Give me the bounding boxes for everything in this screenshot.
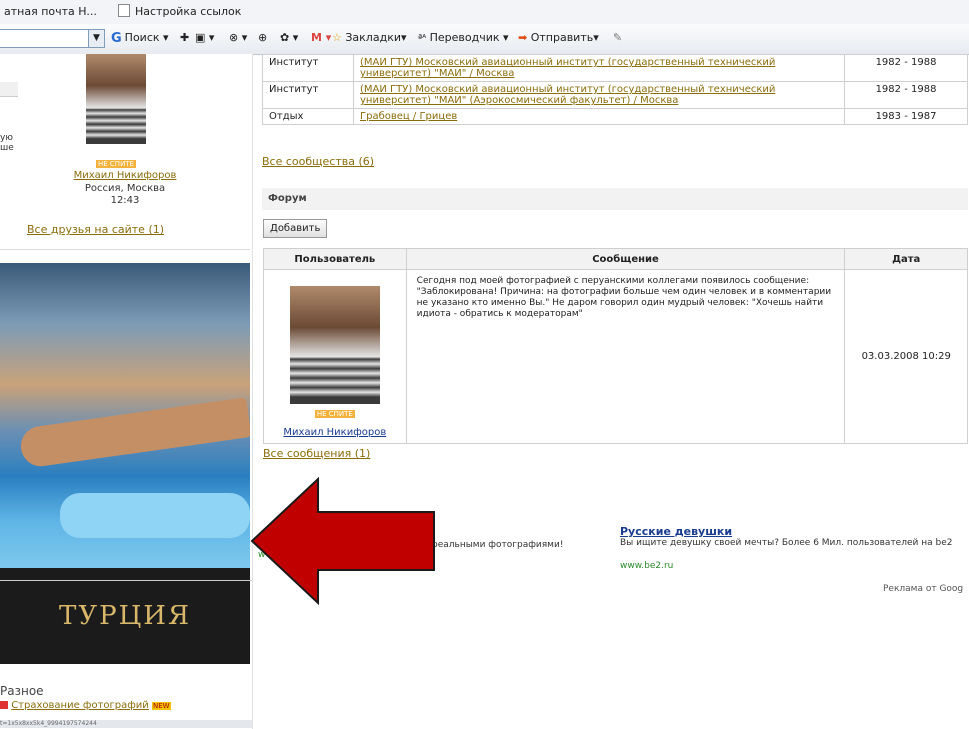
table-row: НЕ СПИТЕ Михаил Никифоров Сегодня под мо… (263, 269, 968, 444)
left-sidebar: ую ше НЕ СПИТЕ Михаил Никифоров Россия, … (0, 54, 252, 729)
search-button[interactable]: G Поиск ▾ (111, 31, 169, 46)
post-date: 03.03.2008 10:29 (844, 269, 968, 444)
column-header-user: Пользователь (263, 248, 407, 270)
divider (0, 249, 250, 250)
pencil-icon[interactable]: ✎ (613, 31, 622, 44)
ad-text: Вы ищите девушку своей мечты? Более 6 Ми… (620, 538, 953, 548)
avatar[interactable] (86, 54, 146, 144)
post-message: Сегодня под моей фотографией с перуански… (405, 269, 846, 444)
ad-url[interactable]: www.be2.ru (620, 561, 673, 571)
table-header-row: Пользователь Сообщение Дата (263, 248, 968, 270)
table-row: Отдых Грабовец / Грицев 1983 - 1987 (262, 108, 968, 125)
community-type: Институт (262, 54, 354, 82)
insurance-item[interactable]: Страхование фотографий NEW (0, 700, 171, 711)
column-header-date: Дата (844, 248, 968, 270)
browser-toolbar: ▼ G Поиск ▾ ✚ ▣ ▾ ⊗ ▾ ⊕ ✿ ▾ M ▾ ☆ Закладк… (0, 24, 969, 55)
page-icon (118, 4, 130, 17)
all-posts-link[interactable]: Все сообщения (1) (263, 447, 370, 460)
community-link[interactable]: (МАИ ГТУ) Московский авиационный институ… (353, 81, 845, 109)
profile-time: 12:43 (110, 195, 140, 206)
community-years: 1982 - 1988 (844, 54, 968, 82)
send-button[interactable]: ➡ Отправить▾ (518, 31, 599, 44)
add-post-button[interactable]: Добавить (263, 219, 328, 238)
community-link[interactable]: (МАИ ГТУ) Московский авиационный институ… (353, 54, 845, 82)
all-friends-link[interactable]: Все друзья на сайте (1) (27, 223, 164, 236)
person-figure (18, 397, 250, 469)
community-years: 1983 - 1987 (844, 108, 968, 125)
news-icon[interactable]: ▣ ▾ (195, 31, 214, 44)
status-badge: НЕ СПИТЕ (96, 160, 136, 168)
table-row: Институт (МАИ ГТУ) Московский авиационны… (262, 54, 968, 82)
zoom-icon[interactable]: ⊕ (258, 31, 267, 44)
translate-icon: ªᴬ (418, 34, 427, 44)
sidebar-text-fragment: ую (0, 133, 13, 143)
post-author-link[interactable]: Михаил Никифоров (283, 427, 386, 438)
pool-float (60, 493, 250, 538)
post-author-cell: НЕ СПИТЕ Михаил Никифоров (263, 269, 407, 444)
table-row: Институт (МАИ ГТУ) Московский авиационны… (262, 81, 968, 109)
bookmarks-button[interactable]: ☆ Закладки▾ (332, 31, 407, 44)
community-link[interactable]: Грабовец / Грицев (353, 108, 845, 125)
forum-heading: Форум (262, 188, 968, 210)
gmail-icon[interactable]: M ▾ (311, 31, 331, 44)
ad-banner-image[interactable] (0, 263, 250, 568)
ad-banner-title[interactable]: ТУРЦИЯ (0, 568, 250, 664)
new-badge: NEW (151, 702, 171, 710)
ad-text-fragment: реальными фотографиями! (432, 540, 564, 550)
status-bar: t=1x5x8xx5k4_9994197574244 (0, 720, 252, 728)
chevron-down-icon[interactable]: ▼ (88, 29, 105, 48)
send-icon: ➡ (518, 31, 528, 44)
column-divider (252, 54, 253, 729)
insurance-link[interactable]: Страхование фотографий (11, 700, 149, 711)
red-arrow-annotation (250, 476, 435, 606)
profile-location: Россия, Москва (84, 183, 166, 194)
ads-by-google[interactable]: Реклама от Goog (883, 584, 963, 594)
star-icon: ☆ (332, 31, 342, 44)
spell-icon[interactable]: ⊗ ▾ (229, 31, 247, 44)
column-header-message: Сообщение (405, 248, 846, 270)
bookmark-links[interactable]: Настройка ссылок (135, 5, 241, 18)
sidebar-text-fragment: ше (0, 143, 14, 153)
community-type: Институт (262, 81, 354, 109)
search-icon: G (111, 31, 122, 46)
sidebar-tab (0, 82, 18, 97)
community-years: 1982 - 1988 (844, 81, 968, 109)
status-badge: НЕ СПИТЕ (314, 410, 355, 418)
divider (0, 580, 252, 581)
bookmarks-bar: атная почта H... Настройка ссылок (0, 0, 969, 25)
all-communities-link[interactable]: Все сообщества (6) (262, 155, 374, 168)
ad-title-link[interactable]: Русские девушки (620, 525, 732, 538)
address-combo[interactable] (0, 29, 90, 48)
misc-heading: Разное (0, 684, 44, 698)
plus-icon[interactable]: ✚ (180, 31, 189, 44)
puzzle-icon[interactable]: ✿ ▾ (280, 31, 298, 44)
communities-table: Институт (МАИ ГТУ) Московский авиационны… (262, 54, 968, 125)
translator-button[interactable]: ªᴬ Переводчик ▾ (418, 31, 509, 44)
arrow-left-icon (250, 476, 435, 606)
bookmark-mail[interactable]: атная почта H... (4, 5, 97, 18)
community-type: Отдых (262, 108, 354, 125)
shield-icon (0, 701, 8, 709)
forum-table: Пользователь Сообщение Дата НЕ СПИТЕ Мих… (263, 248, 968, 444)
avatar[interactable] (289, 286, 380, 404)
profile-name-link[interactable]: Михаил Никифоров (0, 170, 250, 181)
